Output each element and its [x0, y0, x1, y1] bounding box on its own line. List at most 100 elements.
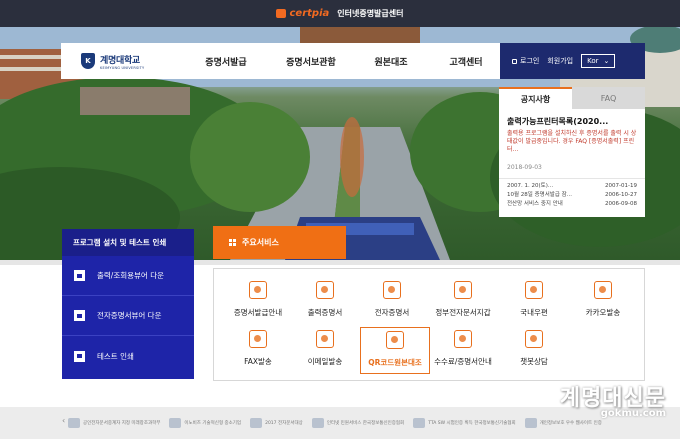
service-label: 증명서발급안내 [233, 308, 283, 317]
partner-label: 개인정보보호 우수 웹사이트 인증 [539, 421, 602, 426]
pdf-document-icon [383, 281, 401, 299]
partner-item[interactable]: TTA SW 시험인증 획득 한국정보통신기술협회 [413, 418, 516, 428]
install-title: 프로그램 설치 및 테스트 인쇄 [62, 229, 194, 256]
service-label: QR코드원본대조 [368, 358, 422, 367]
grid-icon [229, 239, 236, 246]
menu-certificate-issue[interactable]: 증명서발급 [186, 55, 266, 68]
mail-envelope-icon [525, 281, 543, 299]
top-bar: certpia 인터넷증명발급센터 [0, 0, 680, 27]
test-print[interactable]: 테스트 인쇄 [62, 336, 194, 376]
notice-item-date: 2006-10-27 [605, 192, 637, 198]
partner-logo-icon [250, 418, 263, 428]
partner-label: 이노비즈 기술혁신형 중소기업 [184, 421, 242, 426]
service-kakao-send[interactable]: 카카오발송 [569, 281, 637, 325]
service-issue-guide[interactable]: 증명서발급안내 [224, 281, 292, 325]
gnb-menu: 증명서발급 증명서보관함 원본대조 고객센터 [186, 55, 506, 68]
partner-logo-icon [413, 418, 426, 428]
service-email-send[interactable]: 이메일발송 [291, 330, 359, 374]
login-label: 로그인 [520, 57, 540, 65]
service-label: 이메일발송 [307, 357, 343, 366]
university-logo[interactable]: K 계명대학교 KEIMYUNG UNIVERSITY [81, 53, 186, 70]
tab-faq[interactable]: FAQ [572, 87, 645, 109]
notice-list: 2007. 1. 20(토)... 2007-01-19 10월 28일 증명서… [499, 178, 645, 209]
list-item[interactable]: 전산망 서비스 중지 안내 2006-09-08 [507, 200, 637, 209]
partner-item[interactable]: 공인전자문서중계자 지정 미래창조과학부 [68, 418, 160, 428]
download-icon [74, 270, 85, 281]
university-emblem-icon: K [81, 53, 95, 69]
services-grid: 증명서발급안내 출력증명서 전자증명서 정부전자문서지갑 국내우편 카카오발송 … [213, 268, 645, 381]
install-item-label: 테스트 인쇄 [97, 351, 134, 361]
partner-label: 인터넷 민원서비스 한국정보통신인증협회 [326, 421, 405, 426]
service-gov-wallet[interactable]: 정부전자문서지갑 [429, 281, 497, 325]
notice-item-date: 2006-09-08 [605, 201, 637, 207]
download-e-certificate-viewer[interactable]: 전자증명서뷰어 다운 [62, 296, 194, 336]
service-label: 수수료/증명서안내 [434, 357, 492, 366]
service-qr-verify[interactable]: QR코드원본대조 [360, 327, 430, 374]
menu-certificate-storage[interactable]: 증명서보관함 [266, 55, 356, 68]
site-title: 인터넷증명발급센터 [337, 9, 404, 18]
signup-link[interactable]: 회원가입 [547, 56, 573, 66]
notice-panel: 공지사항 FAQ 출력가능프린터목록(2020... 출력용 프로그램을 설치하… [499, 87, 645, 217]
kakao-talk-icon [594, 281, 612, 299]
install-item-label: 출력/조회용뷰어 다운 [97, 271, 165, 280]
wallet-document-icon [454, 281, 472, 299]
certpia-logo-icon [276, 9, 287, 18]
tab-notice[interactable]: 공지사항 [499, 87, 572, 109]
partner-logo-icon [169, 418, 182, 428]
magnifier-document-icon [249, 281, 267, 299]
service-e-certificate[interactable]: 전자증명서 [358, 281, 426, 325]
document-icon [316, 281, 334, 299]
partner-item[interactable]: 2017 전자문서대상 [250, 418, 303, 428]
chatbot-icon [525, 330, 543, 348]
list-item[interactable]: 2007. 1. 20(토)... 2007-01-19 [507, 182, 637, 191]
logo-name-ko: 계명대학교 [100, 55, 140, 66]
notice-headline[interactable]: 출력가능프린터목록(2020... [499, 109, 645, 127]
service-label: 국내우편 [520, 308, 548, 317]
partner-item[interactable]: 개인정보보호 우수 웹사이트 인증 [524, 418, 602, 428]
language-select[interactable]: Kor ⌄ [581, 54, 616, 68]
download-print-viewer[interactable]: 출력/조회용뷰어 다운 [62, 256, 194, 296]
notice-item-title: 전산망 서비스 중지 안내 [507, 201, 563, 207]
auth-area: 로그인 회원가입 Kor ⌄ [500, 43, 645, 79]
menu-original-verify[interactable]: 원본대조 [356, 55, 426, 68]
service-label: 카카오발송 [585, 308, 621, 317]
service-domestic-mail[interactable]: 국내우편 [500, 281, 568, 325]
chevron-down-icon: ⌄ [603, 57, 610, 65]
service-label: FAX발송 [244, 357, 272, 366]
language-value: Kor [587, 57, 599, 65]
service-label: 출력증명서 [307, 308, 343, 317]
login-link[interactable]: 로그인 [512, 56, 539, 66]
partner-logo-icon [311, 418, 324, 428]
partner-label: 2017 전자문서대상 [265, 421, 303, 426]
certpia-logo[interactable]: certpia [276, 8, 329, 19]
install-item-label: 전자증명서뷰어 다운 [97, 311, 162, 320]
newspaper-watermark: 계명대신문 gokmu.com [560, 380, 666, 419]
chevron-left-icon[interactable]: ‹ [62, 416, 65, 425]
service-label: 전자증명서 [374, 308, 410, 317]
email-at-icon [316, 330, 334, 348]
fax-machine-icon [249, 330, 267, 348]
service-print-certificate[interactable]: 출력증명서 [291, 281, 359, 325]
service-label: 정부전자문서지갑 [435, 308, 491, 317]
logo-name-en: KEIMYUNG UNIVERSITY [100, 65, 145, 70]
main-nav: K 계명대학교 KEIMYUNG UNIVERSITY 증명서발급 증명서보관함… [61, 43, 645, 79]
list-item[interactable]: 10월 28일 증명서발급 잠... 2006-10-27 [507, 191, 637, 200]
brand-name: certpia [289, 8, 330, 19]
menu-customer-center[interactable]: 고객센터 [426, 55, 506, 68]
notice-item-title: 10월 28일 증명서발급 잠... [507, 192, 572, 198]
partner-label: TTA SW 시험인증 획득 한국정보통신기술협회 [428, 421, 516, 426]
money-document-icon [454, 330, 472, 348]
install-panel: 프로그램 설치 및 테스트 인쇄 출력/조회용뷰어 다운 전자증명서뷰어 다운 … [62, 229, 194, 379]
notice-item-title: 2007. 1. 20(토)... [507, 183, 554, 189]
partner-item[interactable]: 인터넷 민원서비스 한국정보통신인증협회 [311, 418, 405, 428]
partner-logo-icon [68, 418, 80, 428]
service-fax-send[interactable]: FAX발송 [224, 330, 292, 374]
partner-logo-icon [524, 418, 537, 428]
service-label: 챗봇상담 [520, 357, 548, 366]
notice-body: 출력용 프로그램을 설치하신 후 증명서를 출력 시 상태값이 발급중입니다. … [507, 130, 637, 153]
notice-date: 2018-09-03 [507, 164, 542, 171]
service-fee-guide[interactable]: 수수료/증명서안내 [429, 330, 497, 374]
service-chatbot[interactable]: 챗봇상담 [500, 330, 568, 374]
partner-item[interactable]: 이노비즈 기술혁신형 중소기업 [169, 418, 241, 428]
services-tab[interactable]: 주요서비스 [213, 226, 346, 259]
